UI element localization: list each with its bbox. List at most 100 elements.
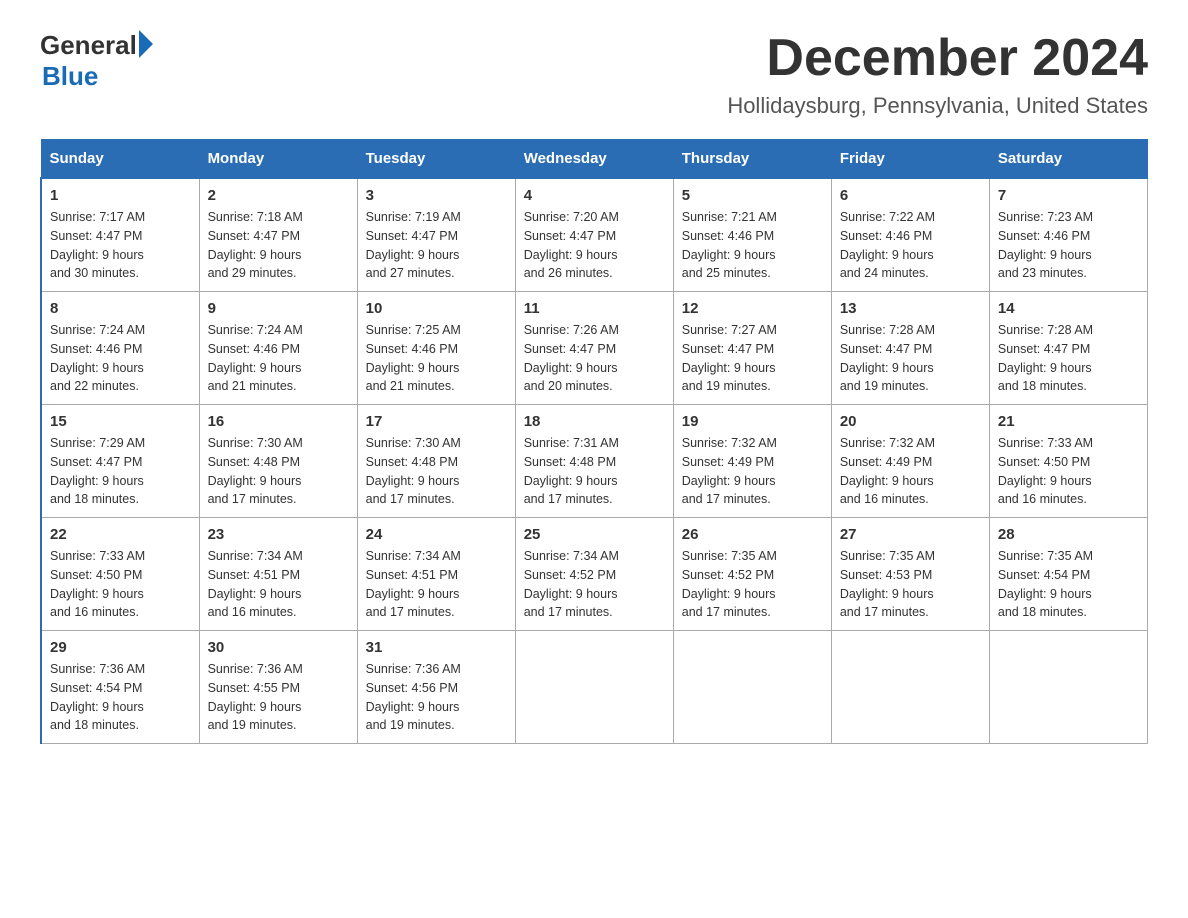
col-header-wednesday: Wednesday [515,140,673,179]
day-info: Sunrise: 7:35 AM Sunset: 4:54 PM Dayligh… [998,547,1139,622]
calendar-cell: 11 Sunrise: 7:26 AM Sunset: 4:47 PM Dayl… [515,292,673,405]
calendar-cell: 15 Sunrise: 7:29 AM Sunset: 4:47 PM Dayl… [41,405,199,518]
day-number: 18 [524,413,665,430]
calendar-cell: 25 Sunrise: 7:34 AM Sunset: 4:52 PM Dayl… [515,518,673,631]
day-number: 9 [208,300,349,317]
calendar-cell: 27 Sunrise: 7:35 AM Sunset: 4:53 PM Dayl… [831,518,989,631]
day-number: 21 [998,413,1139,430]
col-header-saturday: Saturday [989,140,1147,179]
day-number: 1 [50,187,191,204]
day-number: 2 [208,187,349,204]
calendar-cell [673,631,831,744]
col-header-sunday: Sunday [41,140,199,179]
col-header-thursday: Thursday [673,140,831,179]
calendar-cell: 30 Sunrise: 7:36 AM Sunset: 4:55 PM Dayl… [199,631,357,744]
calendar-cell: 31 Sunrise: 7:36 AM Sunset: 4:56 PM Dayl… [357,631,515,744]
day-number: 30 [208,639,349,656]
day-number: 16 [208,413,349,430]
calendar-cell [515,631,673,744]
day-number: 6 [840,187,981,204]
col-header-monday: Monday [199,140,357,179]
day-number: 12 [682,300,823,317]
calendar-cell: 17 Sunrise: 7:30 AM Sunset: 4:48 PM Dayl… [357,405,515,518]
day-info: Sunrise: 7:33 AM Sunset: 4:50 PM Dayligh… [50,547,191,622]
day-number: 20 [840,413,981,430]
day-info: Sunrise: 7:28 AM Sunset: 4:47 PM Dayligh… [998,321,1139,396]
month-title: December 2024 [727,30,1148,87]
calendar-cell: 16 Sunrise: 7:30 AM Sunset: 4:48 PM Dayl… [199,405,357,518]
calendar-cell: 21 Sunrise: 7:33 AM Sunset: 4:50 PM Dayl… [989,405,1147,518]
day-info: Sunrise: 7:36 AM Sunset: 4:54 PM Dayligh… [50,660,191,735]
page-header: General Blue December 2024 Hollidaysburg… [40,30,1148,119]
logo-general-text: General [40,30,137,61]
col-header-tuesday: Tuesday [357,140,515,179]
calendar-table: SundayMondayTuesdayWednesdayThursdayFrid… [40,139,1148,744]
day-number: 3 [366,187,507,204]
day-number: 29 [50,639,191,656]
day-info: Sunrise: 7:18 AM Sunset: 4:47 PM Dayligh… [208,208,349,283]
day-info: Sunrise: 7:22 AM Sunset: 4:46 PM Dayligh… [840,208,981,283]
day-info: Sunrise: 7:36 AM Sunset: 4:56 PM Dayligh… [366,660,507,735]
calendar-cell: 20 Sunrise: 7:32 AM Sunset: 4:49 PM Dayl… [831,405,989,518]
day-info: Sunrise: 7:19 AM Sunset: 4:47 PM Dayligh… [366,208,507,283]
day-info: Sunrise: 7:26 AM Sunset: 4:47 PM Dayligh… [524,321,665,396]
day-info: Sunrise: 7:20 AM Sunset: 4:47 PM Dayligh… [524,208,665,283]
calendar-cell: 9 Sunrise: 7:24 AM Sunset: 4:46 PM Dayli… [199,292,357,405]
calendar-week-row: 1 Sunrise: 7:17 AM Sunset: 4:47 PM Dayli… [41,178,1148,292]
day-number: 11 [524,300,665,317]
day-number: 7 [998,187,1139,204]
calendar-cell: 4 Sunrise: 7:20 AM Sunset: 4:47 PM Dayli… [515,178,673,292]
calendar-cell: 2 Sunrise: 7:18 AM Sunset: 4:47 PM Dayli… [199,178,357,292]
day-info: Sunrise: 7:23 AM Sunset: 4:46 PM Dayligh… [998,208,1139,283]
day-number: 23 [208,526,349,543]
day-number: 22 [50,526,191,543]
day-info: Sunrise: 7:34 AM Sunset: 4:52 PM Dayligh… [524,547,665,622]
calendar-cell: 3 Sunrise: 7:19 AM Sunset: 4:47 PM Dayli… [357,178,515,292]
calendar-cell: 6 Sunrise: 7:22 AM Sunset: 4:46 PM Dayli… [831,178,989,292]
day-info: Sunrise: 7:33 AM Sunset: 4:50 PM Dayligh… [998,434,1139,509]
calendar-cell [989,631,1147,744]
day-info: Sunrise: 7:29 AM Sunset: 4:47 PM Dayligh… [50,434,191,509]
day-number: 10 [366,300,507,317]
calendar-week-row: 8 Sunrise: 7:24 AM Sunset: 4:46 PM Dayli… [41,292,1148,405]
calendar-header-row: SundayMondayTuesdayWednesdayThursdayFrid… [41,140,1148,179]
day-number: 19 [682,413,823,430]
calendar-cell: 29 Sunrise: 7:36 AM Sunset: 4:54 PM Dayl… [41,631,199,744]
day-number: 8 [50,300,191,317]
calendar-week-row: 22 Sunrise: 7:33 AM Sunset: 4:50 PM Dayl… [41,518,1148,631]
calendar-cell: 24 Sunrise: 7:34 AM Sunset: 4:51 PM Dayl… [357,518,515,631]
logo-triangle-icon [139,30,153,58]
col-header-friday: Friday [831,140,989,179]
day-info: Sunrise: 7:34 AM Sunset: 4:51 PM Dayligh… [208,547,349,622]
day-info: Sunrise: 7:28 AM Sunset: 4:47 PM Dayligh… [840,321,981,396]
day-info: Sunrise: 7:30 AM Sunset: 4:48 PM Dayligh… [366,434,507,509]
day-number: 5 [682,187,823,204]
calendar-cell: 10 Sunrise: 7:25 AM Sunset: 4:46 PM Dayl… [357,292,515,405]
location-title: Hollidaysburg, Pennsylvania, United Stat… [727,93,1148,119]
calendar-cell: 28 Sunrise: 7:35 AM Sunset: 4:54 PM Dayl… [989,518,1147,631]
calendar-cell: 7 Sunrise: 7:23 AM Sunset: 4:46 PM Dayli… [989,178,1147,292]
logo: General Blue [40,30,153,92]
calendar-cell: 5 Sunrise: 7:21 AM Sunset: 4:46 PM Dayli… [673,178,831,292]
calendar-week-row: 29 Sunrise: 7:36 AM Sunset: 4:54 PM Dayl… [41,631,1148,744]
day-info: Sunrise: 7:32 AM Sunset: 4:49 PM Dayligh… [682,434,823,509]
day-number: 4 [524,187,665,204]
day-info: Sunrise: 7:24 AM Sunset: 4:46 PM Dayligh… [50,321,191,396]
day-info: Sunrise: 7:31 AM Sunset: 4:48 PM Dayligh… [524,434,665,509]
day-number: 24 [366,526,507,543]
day-info: Sunrise: 7:32 AM Sunset: 4:49 PM Dayligh… [840,434,981,509]
day-info: Sunrise: 7:21 AM Sunset: 4:46 PM Dayligh… [682,208,823,283]
calendar-cell: 19 Sunrise: 7:32 AM Sunset: 4:49 PM Dayl… [673,405,831,518]
day-info: Sunrise: 7:27 AM Sunset: 4:47 PM Dayligh… [682,321,823,396]
calendar-cell: 12 Sunrise: 7:27 AM Sunset: 4:47 PM Dayl… [673,292,831,405]
day-number: 14 [998,300,1139,317]
day-info: Sunrise: 7:24 AM Sunset: 4:46 PM Dayligh… [208,321,349,396]
calendar-cell: 26 Sunrise: 7:35 AM Sunset: 4:52 PM Dayl… [673,518,831,631]
calendar-cell: 14 Sunrise: 7:28 AM Sunset: 4:47 PM Dayl… [989,292,1147,405]
day-number: 26 [682,526,823,543]
logo-blue-text: Blue [42,61,98,91]
day-number: 25 [524,526,665,543]
day-info: Sunrise: 7:35 AM Sunset: 4:52 PM Dayligh… [682,547,823,622]
calendar-cell: 8 Sunrise: 7:24 AM Sunset: 4:46 PM Dayli… [41,292,199,405]
calendar-cell: 18 Sunrise: 7:31 AM Sunset: 4:48 PM Dayl… [515,405,673,518]
